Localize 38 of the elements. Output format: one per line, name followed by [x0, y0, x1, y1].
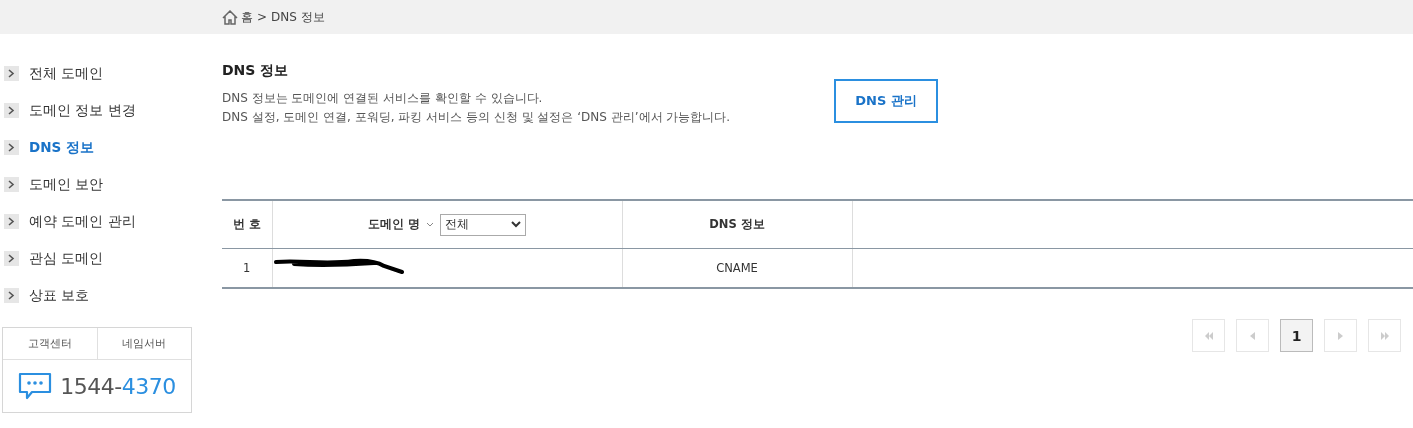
phone-number: 1544-4370 — [60, 373, 176, 399]
sort-icon[interactable] — [426, 222, 434, 227]
description-text: DNS 정보는 도메인에 연결된 서비스를 확인할 수 있습니다. — [222, 90, 544, 107]
double-triangle-icon — [1378, 330, 1391, 341]
breadcrumb-current: DNS 정보 — [271, 8, 325, 26]
sidebar-item[interactable]: 전체 도메인 — [0, 55, 192, 92]
table-cell: 1 — [222, 248, 272, 288]
chevron-icon — [4, 140, 19, 155]
chevron-icon — [4, 66, 19, 81]
caret-icon — [511, 221, 521, 228]
chevron-icon — [4, 177, 19, 192]
next-page-button[interactable] — [1324, 319, 1357, 352]
table-cell: CNAME — [622, 248, 852, 288]
chat-icon — [18, 372, 53, 400]
dns-manage-button[interactable]: DNS 관리 — [834, 79, 938, 123]
breadcrumb-link[interactable]: 홈 — [241, 8, 253, 26]
breadcrumb-separator: > — [257, 10, 268, 24]
sidebar-item[interactable]: DNS 정보 — [0, 129, 192, 166]
home-icon[interactable] — [222, 9, 238, 25]
first-page-button[interactable] — [1192, 319, 1225, 352]
sidebar-item[interactable]: 도메인 정보 변경 — [0, 92, 192, 129]
page-title: DNS 정보 — [222, 62, 290, 80]
chevron-icon — [4, 214, 19, 229]
column-header: DNS 정보 — [622, 200, 852, 249]
chevron-icon — [4, 288, 19, 303]
column-header[interactable]: 도메인 명 — [368, 217, 420, 232]
chevron-icon — [4, 251, 19, 266]
filter-dropdown[interactable]: 전체 — [440, 213, 526, 236]
sidebar-item[interactable]: 예약 도메인 관리 — [0, 203, 192, 240]
last-page-button[interactable] — [1368, 319, 1401, 352]
page-button[interactable]: 1 — [1280, 319, 1313, 352]
chevron-icon — [4, 103, 19, 118]
sidebar-item[interactable]: 도메인 보안 — [0, 166, 192, 203]
description-text: DNS 설정, 도메인 연결, 포워딩, 파킹 서비스 등의 신청 및 설정은 ‘DNS 관리’에서 가능합니다. — [222, 109, 732, 126]
column-header: 번 호 — [222, 200, 272, 249]
prev-page-button[interactable] — [1236, 319, 1269, 352]
sidebar-item[interactable]: 상표 보호 — [0, 277, 192, 314]
sidebar-item[interactable]: 관심 도메인 — [0, 240, 192, 277]
